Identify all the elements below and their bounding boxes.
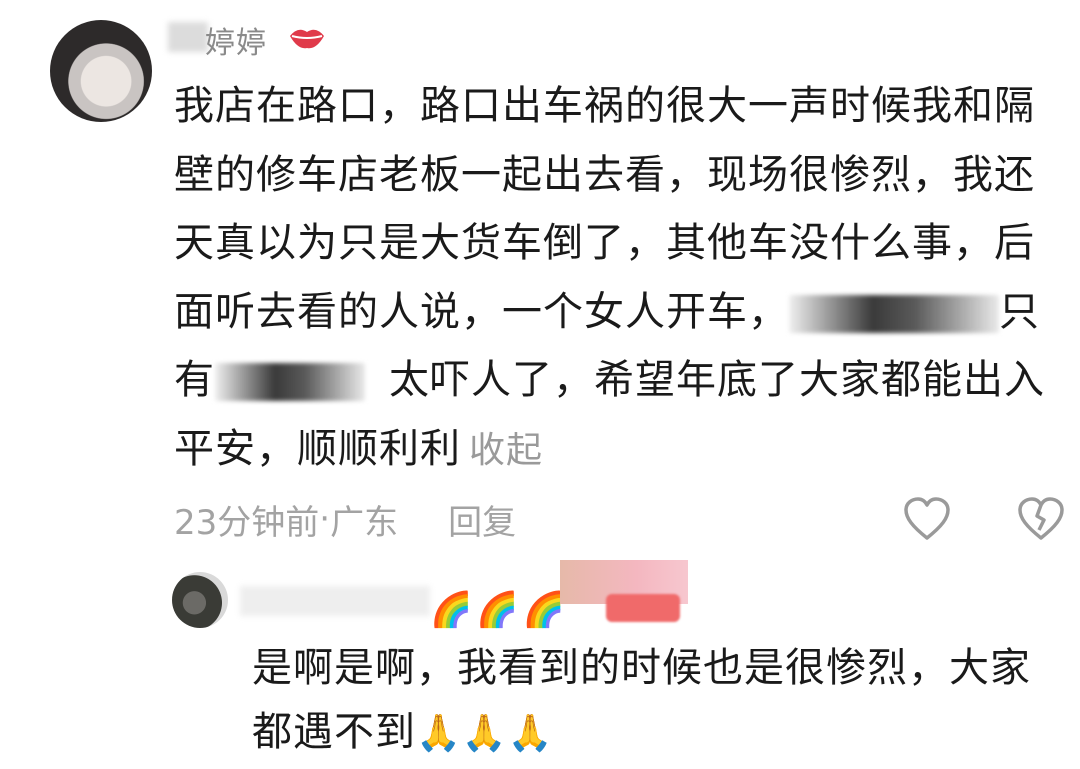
comment-body: 我店在路口，路口出车祸的很大一声时候我和隔 壁的修车店老板一起出去看，现场很惨烈…	[174, 72, 1054, 485]
comment-location: 广东	[330, 502, 399, 543]
meta-separator: ·	[319, 499, 331, 539]
author-badge	[606, 594, 680, 622]
reply-avatar[interactable]	[172, 572, 228, 628]
comment-time: 23分钟前	[174, 502, 320, 543]
comment-line-segment: 平安，顺顺利利	[174, 425, 461, 472]
reply-line: 是啊是啊，我看到的时候也是很惨烈，大家	[252, 645, 1031, 691]
reply-line: 都遇不到🙏🙏🙏	[252, 700, 1052, 766]
redacted-text	[215, 363, 365, 401]
redacted-text	[789, 294, 999, 333]
comment-line: 我店在路口，路口出车祸的很大一声时候我和隔	[174, 83, 1035, 129]
comment-line-segment: 有	[174, 357, 215, 403]
broken-heart-outline-icon[interactable]	[1016, 496, 1066, 542]
commenter-username[interactable]: 婷婷	[205, 18, 267, 62]
comment-line: 平安，顺顺利利 收起	[174, 415, 1054, 486]
comment-line: 壁的修车店老板一起出去看，现场很惨烈，我还	[174, 151, 1035, 198]
comment-meta: 23分钟前 · 广东 回复	[174, 494, 516, 544]
username-redaction	[168, 22, 208, 52]
commenter-avatar[interactable]	[50, 20, 152, 122]
lips-icon	[290, 29, 324, 49]
heart-outline-icon[interactable]	[902, 496, 952, 542]
rainbow-emojis: 🌈🌈🌈	[430, 590, 570, 630]
comment-line: 有 太吓人了，希望年底了大家都能出入	[174, 346, 1054, 415]
comment-line-segment: 面听去看的人说，一个女人开车，	[174, 288, 789, 335]
pray-emojis: 🙏🙏🙏	[416, 713, 554, 754]
reply-button[interactable]: 回复	[448, 495, 516, 544]
collapse-link[interactable]: 收起	[469, 430, 543, 471]
comment-line: 面听去看的人说，一个女人开车， 只	[174, 278, 1054, 347]
comment-line-segment: 太吓人了，希望年底了大家都能出入	[389, 357, 1045, 403]
comment-line: 天真以为只是大货车倒了，其他车没什么事，后	[174, 220, 1035, 266]
reply-line-segment: 都遇不到	[252, 709, 416, 755]
reply-body: 是啊是啊，我看到的时候也是很惨烈，大家 都遇不到🙏🙏🙏	[252, 636, 1052, 766]
comment-thread: 婷婷 我店在路口，路口出车祸的很大一声时候我和隔 壁的修车店老板一起出去看，现场…	[0, 0, 1080, 769]
comment-line-segment: 只	[999, 288, 1040, 335]
